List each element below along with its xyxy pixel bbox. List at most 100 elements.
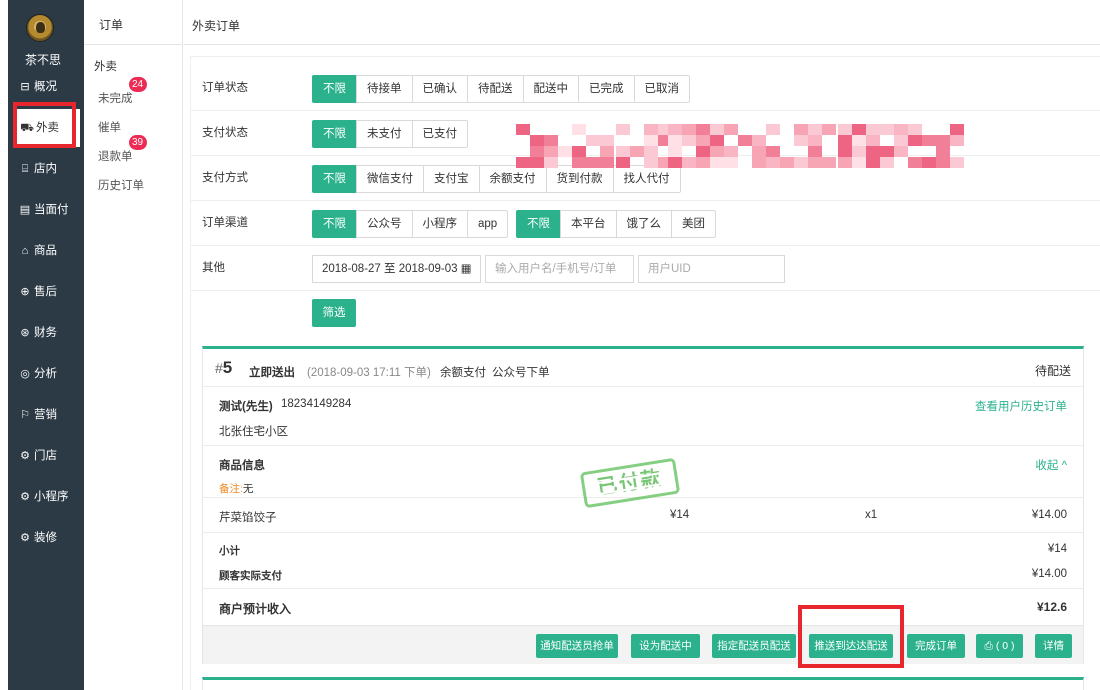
mosaic-cell [696, 146, 710, 157]
sidebar-item-label: 小程序 [34, 491, 69, 503]
sidebar-item-finance[interactable]: ⊛ 财务 [18, 322, 78, 344]
mosaic-cell [710, 146, 724, 157]
mosaic-cell [644, 146, 658, 157]
mosaic-cell [516, 124, 530, 135]
sidebar-item-dine-in[interactable]: ⌸ 店内 [18, 158, 78, 180]
option-delivering[interactable]: 配送中 [522, 75, 579, 103]
mosaic-cell [922, 135, 936, 146]
notify-courier-button[interactable]: 通知配送员抢单 [536, 634, 618, 658]
option-eleme[interactable]: 饿了么 [615, 210, 672, 238]
mosaic-cell [866, 157, 880, 168]
option-all[interactable]: 不限 [312, 75, 357, 103]
collapse-toggle[interactable]: 收起 ^ [1035, 457, 1067, 473]
mosaic-cell [600, 146, 614, 157]
sidebar-item-overview[interactable]: ⊟ 概况 [18, 76, 78, 98]
sidebar-item-after-sales[interactable]: ⊕ 售后 [18, 281, 78, 303]
decoration-icon: ⚙ [20, 532, 30, 544]
sidebar-item-face-pay[interactable]: ▤ 当面付 [18, 199, 78, 221]
mosaic-cell [822, 157, 836, 168]
order-number: #5 [215, 358, 232, 378]
order-status: 待配送 [1034, 364, 1071, 378]
mosaic-cell [950, 135, 964, 146]
mosaic-cell [572, 124, 586, 135]
date-range-input[interactable]: 2018-08-27 至 2018-09-03 ▦ [312, 255, 481, 283]
mosaic-cell [852, 146, 866, 157]
option-completed[interactable]: 已完成 [578, 75, 635, 103]
mosaic-cell [696, 157, 710, 168]
order-number-value: 5 [222, 358, 233, 377]
uid-input[interactable]: 用户UID [638, 255, 785, 283]
option-all[interactable]: 不限 [312, 165, 357, 193]
option-unpaid[interactable]: 未支付 [356, 120, 413, 148]
sidebar-item-label: 商品 [34, 245, 57, 257]
mosaic-cell [724, 124, 738, 135]
sub-nav-item-reminders[interactable]: 催单 [98, 119, 121, 135]
mosaic-cell [668, 146, 682, 157]
mosaic-cell [880, 124, 894, 135]
mosaic-cell [572, 146, 586, 157]
mini-program-icon: ⚙ [20, 491, 30, 503]
sub-nav-item-unfinished[interactable]: 未完成 24 [98, 77, 147, 106]
mosaic-cell [710, 135, 724, 146]
option-confirmed[interactable]: 已确认 [411, 75, 468, 103]
customer-address: 北张住宅小区 [219, 426, 288, 438]
set-delivering-button[interactable]: 设为配送中 [631, 634, 700, 658]
sidebar-item-label: 当面付 [34, 204, 69, 216]
option-proxy-pay[interactable]: 找人代付 [612, 165, 681, 193]
option-pending-delivery[interactable]: 待配送 [467, 75, 524, 103]
option-this-platform[interactable]: 本平台 [560, 210, 617, 238]
option-all-platforms[interactable]: 不限 [516, 210, 561, 238]
mosaic-cell [752, 135, 766, 146]
option-app[interactable]: app [467, 210, 509, 238]
option-mini-program[interactable]: 小程序 [411, 210, 468, 238]
sidebar-item-analysis[interactable]: ◎ 分析 [18, 363, 78, 385]
mosaic-cell [600, 157, 614, 168]
complete-order-button[interactable]: 完成订单 [907, 634, 965, 658]
mosaic-cell [738, 135, 752, 146]
option-paid[interactable]: 已支付 [411, 120, 468, 148]
sidebar-item-marketing[interactable]: ⚐ 营销 [18, 404, 78, 426]
search-input[interactable]: 输入用户名/手机号/订单 [485, 255, 634, 283]
option-cash-on-delivery[interactable]: 货到付款 [545, 165, 614, 193]
option-all[interactable]: 不限 [312, 120, 357, 148]
option-official-account[interactable]: 公众号 [356, 210, 413, 238]
mosaic-cell [616, 146, 630, 157]
option-pending-accept[interactable]: 待接单 [356, 75, 413, 103]
brand-logo-icon[interactable] [26, 14, 54, 42]
mosaic-cell [936, 146, 950, 157]
sub-nav-label: 催单 [98, 122, 121, 134]
option-wechat-pay[interactable]: 微信支付 [356, 165, 424, 193]
details-button[interactable]: 详情 [1035, 634, 1072, 658]
mosaic-cell [766, 124, 780, 135]
mosaic-cell [724, 157, 738, 168]
mosaic-cell [866, 135, 880, 146]
income-value: ¥12.6 [1036, 600, 1067, 614]
filter-submit-button[interactable]: 筛选 [312, 299, 356, 327]
item-quantity: x1 [865, 509, 878, 521]
print-button[interactable]: ⎙ ( 0 ) [976, 634, 1023, 658]
option-alipay[interactable]: 支付宝 [423, 165, 480, 193]
user-history-link[interactable]: 查看用户历史订单 [975, 398, 1067, 414]
option-meituan[interactable]: 美团 [671, 210, 716, 238]
goods-icon: ⌂ [21, 245, 29, 257]
mosaic-cell [936, 135, 950, 146]
assign-courier-button[interactable]: 指定配送员配送 [712, 634, 796, 658]
count-badge: 39 [128, 135, 147, 150]
mosaic-cell [936, 157, 950, 168]
option-balance-pay[interactable]: 余额支付 [478, 165, 547, 193]
sub-nav-item-history[interactable]: 历史订单 [98, 177, 144, 193]
sub-nav-group-takeout: 外卖 [94, 61, 117, 73]
sidebar-item-store[interactable]: ⚙ 门店 [18, 445, 78, 467]
channel-options: 不限 公众号 小程序 app [312, 210, 509, 238]
sub-nav-item-refunds[interactable]: 退款单 39 [98, 135, 147, 164]
sidebar-item-mini-program[interactable]: ⚙ 小程序 [18, 486, 78, 508]
mosaic-cell [838, 135, 852, 146]
option-cancelled[interactable]: 已取消 [633, 75, 690, 103]
sidebar-item-decoration[interactable]: ⚙ 装修 [18, 527, 78, 549]
mosaic-cell [644, 157, 658, 168]
mosaic-cell [710, 157, 724, 168]
sub-nav-label: 历史订单 [98, 180, 144, 192]
order-type: 立即送出 [249, 367, 295, 379]
sidebar-item-goods[interactable]: ⌂ 商品 [18, 240, 78, 262]
option-all[interactable]: 不限 [312, 210, 357, 238]
